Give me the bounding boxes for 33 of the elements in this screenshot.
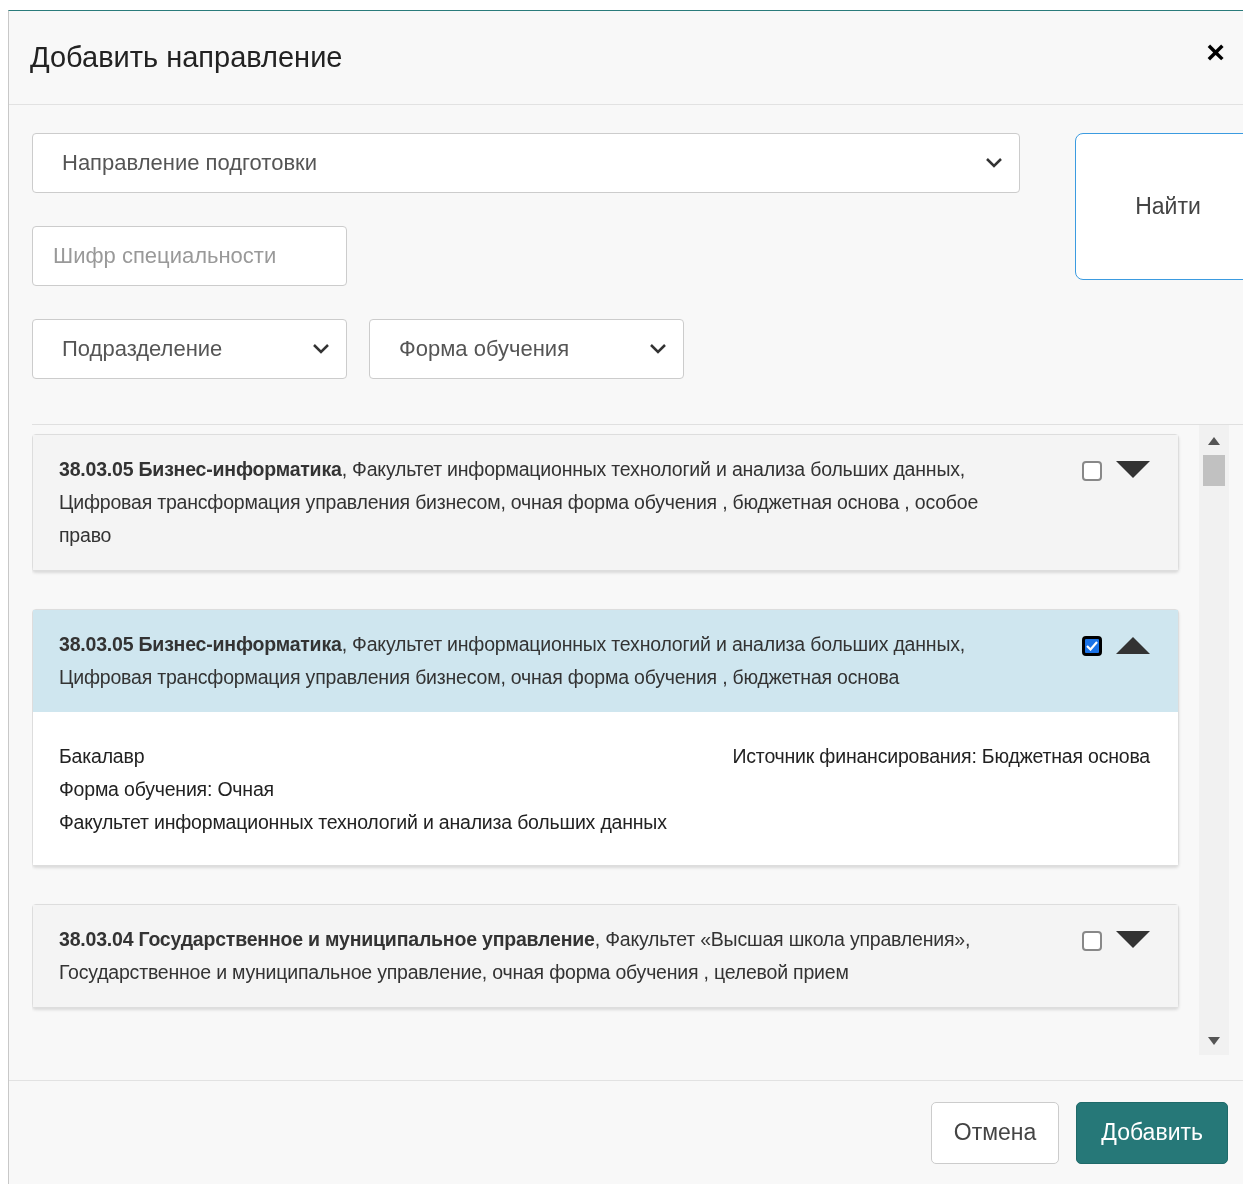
- close-button[interactable]: ×: [1206, 35, 1225, 68]
- result-text: 38.03.04 Государственное и муниципальное управление, Факультет «Высшая школа управления», Государственное и муниципальное управление, очная форма обучения , целевой прием: [59, 927, 972, 985]
- scrollbar-thumb[interactable]: [1203, 455, 1225, 486]
- code-input-field[interactable]: Шифр специальности: [32, 226, 347, 286]
- scroll-down-icon[interactable]: [1208, 1037, 1220, 1045]
- detail-text: Факультет информационных технологий и анализа больших данных: [59, 810, 667, 835]
- add-button[interactable]: Добавить: [1076, 1101, 1228, 1164]
- cancel-button[interactable]: Отмена: [930, 1101, 1060, 1164]
- checkmark-icon: [1086, 641, 1098, 651]
- find-button[interactable]: Найти: [1075, 133, 1243, 280]
- detail-text: Форма обучения: Очная: [59, 777, 275, 802]
- triangle-down-icon[interactable]: [1116, 931, 1150, 949]
- chevron-down-icon: [649, 343, 667, 355]
- department-select[interactable]: Подразделение: [32, 319, 347, 379]
- checkbox[interactable]: [1082, 931, 1102, 951]
- triangle-down-icon[interactable]: [1116, 461, 1150, 479]
- result-header[interactable]: 38.03.04 Государственное и муниципальное управление, Факультет «Высшая школа управления», Государственное и муниципальное управление, очная форма обучения , целевой прием: [33, 905, 1178, 1007]
- study-form-select[interactable]: Форма обучения: [369, 319, 684, 379]
- result-text: 38.03.05 Бизнес-информатика, Факультет информационных технологий и анализа больших данных, Цифровая трансформация управления бизнесом, очная форма обучения , бюджетная основа , особое право: [59, 457, 980, 548]
- detail-text: Источник финансирования: Бюджетная основа: [732, 744, 1150, 769]
- detail-text: Бакалавр: [59, 744, 146, 769]
- scrollbar[interactable]: [1199, 425, 1229, 1055]
- checkbox[interactable]: [1082, 461, 1102, 481]
- scroll-up-icon[interactable]: [1208, 437, 1220, 445]
- direction-select[interactable]: Направление подготовки: [32, 133, 1020, 193]
- chevron-down-icon: [985, 157, 1003, 169]
- checkbox[interactable]: [1082, 636, 1102, 656]
- result-header[interactable]: 38.03.05 Бизнес-информатика, Факультет информационных технологий и анализа больших данных, Цифровая трансформация управления бизнесом, очная форма обучения , бюджетная основа: [33, 610, 1178, 712]
- dialog-title: Добавить направление: [30, 41, 343, 74]
- chevron-down-icon: [312, 343, 330, 355]
- triangle-up-icon[interactable]: [1116, 636, 1150, 654]
- result-header[interactable]: 38.03.05 Бизнес-информатика, Факультет информационных технологий и анализа больших данных, Цифровая трансформация управления бизнесом, очная форма обучения , бюджетная основа , особое право: [33, 435, 1178, 570]
- result-text: 38.03.05 Бизнес-информатика, Факультет информационных технологий и анализа больших данных, Цифровая трансформация управления бизнесом, очная форма обучения , бюджетная основа: [59, 632, 966, 690]
